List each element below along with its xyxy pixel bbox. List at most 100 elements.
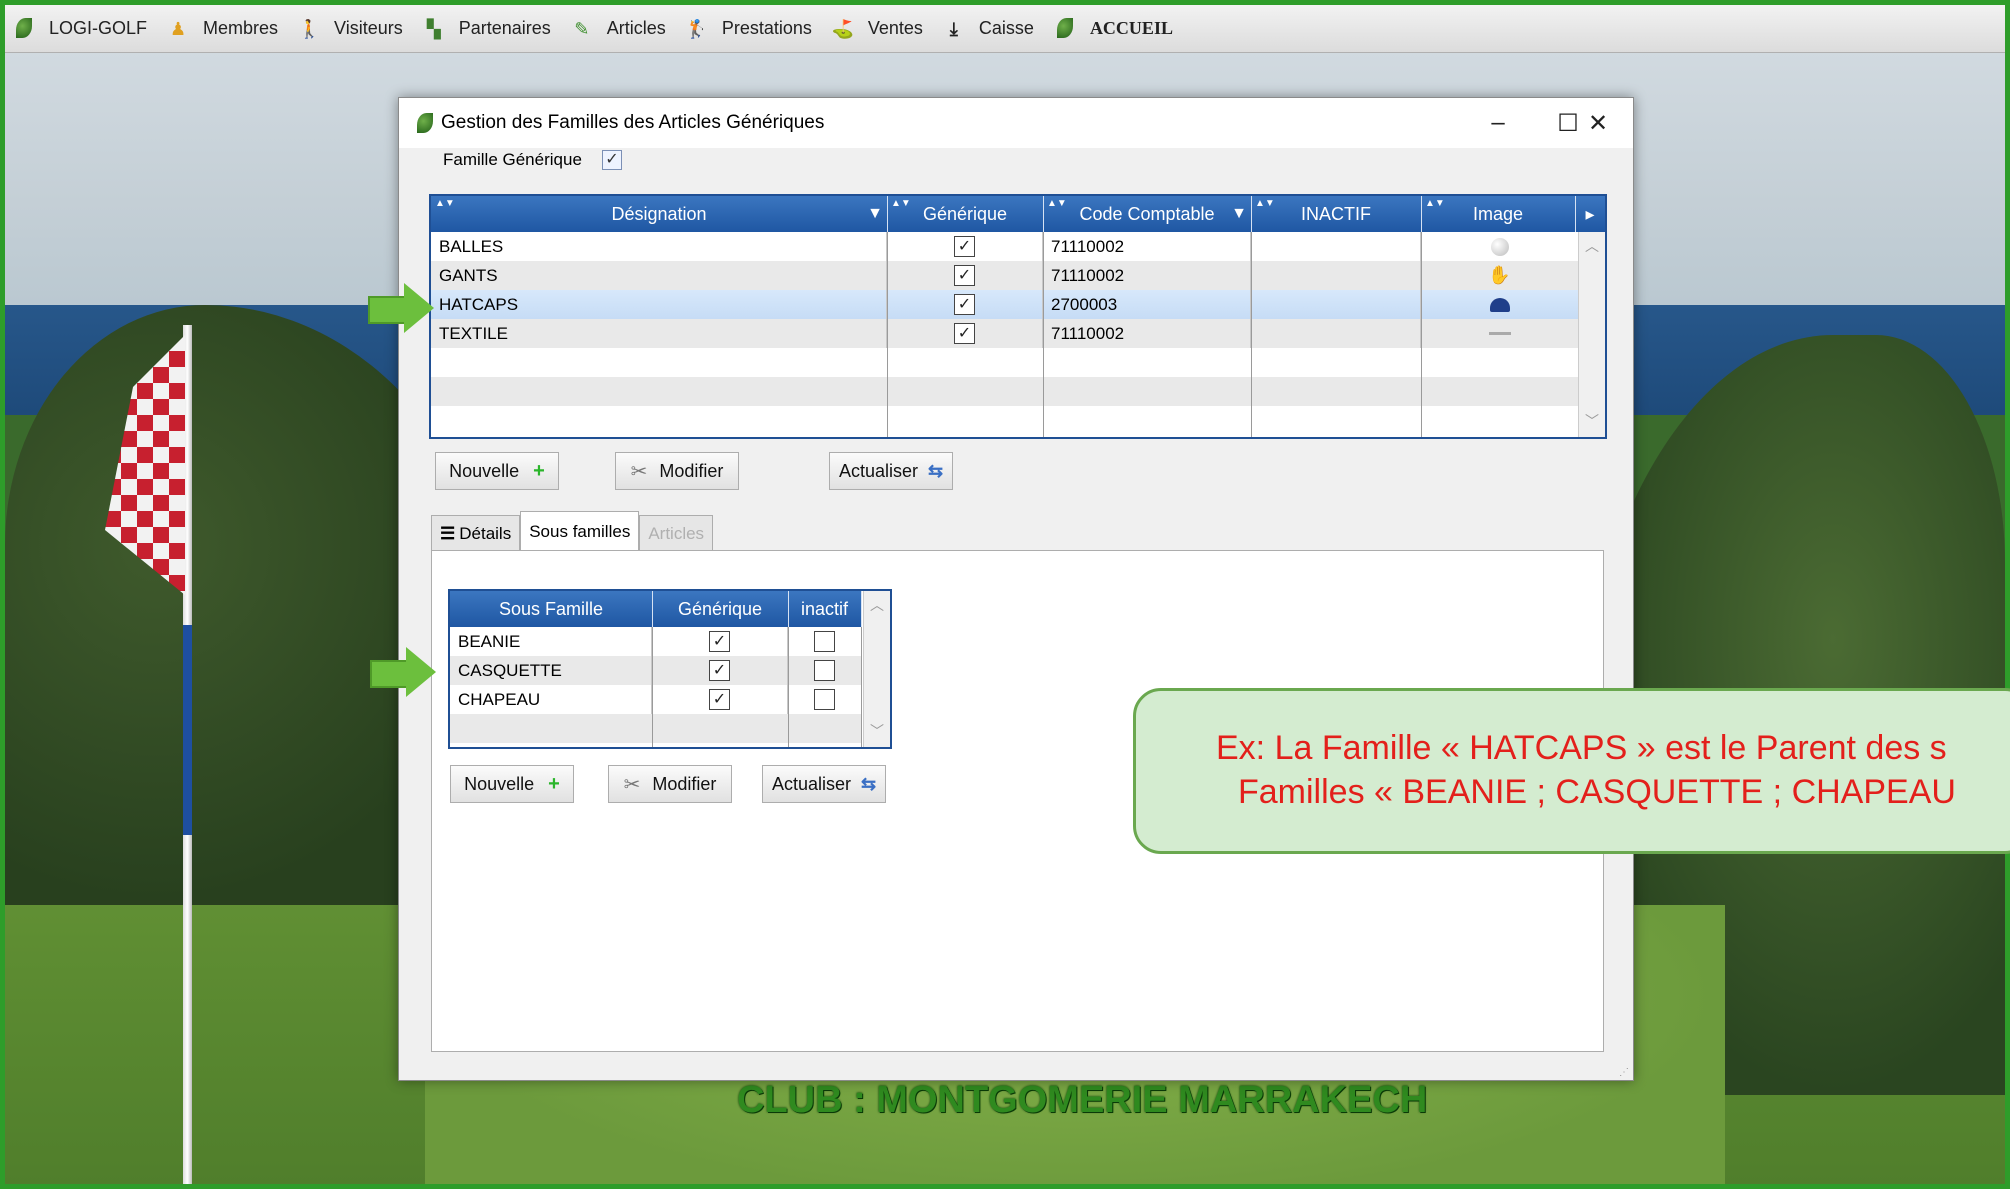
menu-prestations[interactable]: 🏌 Prestations xyxy=(678,5,824,52)
member-icon: ♟ xyxy=(169,18,187,39)
col-inactif[interactable]: inactif xyxy=(788,591,862,627)
actualiser-subfamily-button[interactable]: Actualiser ⇆ xyxy=(762,765,886,803)
tab-sous-familles[interactable]: Sous familles xyxy=(520,511,640,552)
col-generique[interactable]: ▲▼ Générique xyxy=(887,196,1044,232)
cell-inactif xyxy=(1251,290,1421,319)
generique-checkbox[interactable]: ✓ xyxy=(709,689,730,710)
generique-checkbox[interactable]: ✓ xyxy=(954,265,975,286)
generique-checkbox[interactable]: ✓ xyxy=(954,323,975,344)
button-label: Actualiser xyxy=(771,773,851,794)
subfamilies-vscrollbar[interactable]: ︿ ﹀ xyxy=(863,591,890,747)
families-grid: ▲▼ Désignation ▼ ▲▼ Générique ▲▼ Code Compta… xyxy=(429,194,1607,439)
partner-icon: ▚ xyxy=(426,18,441,39)
subfamilies-grid-header: Sous Famille Générique inactif xyxy=(450,591,862,627)
menu-caisse[interactable]: ⤓ Caisse xyxy=(935,5,1046,52)
nouvelle-subfamily-button[interactable]: Nouvelle + xyxy=(450,765,574,803)
menu-articles[interactable]: ✎ Articles xyxy=(563,5,678,52)
menu-label: Prestations xyxy=(721,18,812,38)
actualiser-family-button[interactable]: Actualiser ⇆ xyxy=(829,452,953,490)
tab-articles[interactable]: Articles xyxy=(639,515,714,552)
cell-inactif xyxy=(788,685,862,714)
generique-checkbox[interactable]: ✓ xyxy=(709,631,730,652)
table-row[interactable]: BALLES ✓ 71110002 xyxy=(431,232,1579,261)
plus-icon: + xyxy=(548,772,560,795)
pencil-icon: ✎ xyxy=(574,18,590,39)
families-dialog: Gestion des Familles des Articles Généri… xyxy=(398,97,1634,1081)
chevron-down-icon[interactable]: ﹀ xyxy=(864,721,890,743)
col-label: inactif xyxy=(800,598,849,619)
table-row[interactable]: CASQUETTE ✓ xyxy=(450,656,862,685)
cell-code: 2700003 xyxy=(1043,290,1251,319)
close-button[interactable]: ✕ xyxy=(1563,98,1633,148)
cell-designation: GANTS xyxy=(431,261,887,290)
col-image[interactable]: ▲▼ Image xyxy=(1421,196,1576,232)
generique-checkbox[interactable]: ✓ xyxy=(954,294,975,315)
tabs-bar: ☰ Détails Sous familles Articles xyxy=(431,511,714,552)
logo-leaf-icon xyxy=(13,17,35,40)
menu-partenaires[interactable]: ▚ Partenaires xyxy=(415,5,563,52)
table-row[interactable]: BEANIE ✓ xyxy=(450,627,862,656)
table-row-selected[interactable]: HATCAPS ✓ 2700003 xyxy=(431,290,1579,319)
col-inactif[interactable]: ▲▼ INACTIF xyxy=(1251,196,1422,232)
button-label: Modifier xyxy=(652,773,717,794)
chevron-up-icon[interactable]: ︿ xyxy=(864,595,890,617)
tab-details[interactable]: ☰ Détails xyxy=(431,515,521,552)
menu-label: LOGI-GOLF xyxy=(49,18,148,38)
golf-ball-icon xyxy=(1421,232,1579,261)
col-sous-famille[interactable]: Sous Famille xyxy=(450,591,653,627)
filter-icon[interactable]: ▼ xyxy=(867,205,883,223)
col-label: Désignation xyxy=(611,203,707,224)
cell-generique: ✓ xyxy=(652,627,788,656)
table-row[interactable]: TEXTILE ✓ 71110002 xyxy=(431,319,1579,348)
chevron-up-icon[interactable]: ︿ xyxy=(1579,236,1605,258)
col-generique[interactable]: Générique xyxy=(652,591,789,627)
menu-accueil[interactable]: ACCUEIL xyxy=(1046,5,1185,52)
col-label: Code Comptable xyxy=(1079,203,1215,224)
inactif-checkbox[interactable] xyxy=(814,631,835,652)
table-row[interactable]: CHAPEAU ✓ xyxy=(450,685,862,714)
inactif-checkbox[interactable] xyxy=(814,689,835,710)
dialog-titlebar: Gestion des Familles des Articles Généri… xyxy=(399,98,1633,148)
generique-checkbox[interactable]: ✓ xyxy=(709,660,730,681)
button-label: Modifier xyxy=(659,460,724,481)
cell-inactif xyxy=(1251,319,1421,348)
button-label: Actualiser xyxy=(838,460,918,481)
resize-grip-icon[interactable]: ⋰ xyxy=(1619,1067,1629,1078)
cell-inactif xyxy=(1251,261,1421,290)
dialog-title: Gestion des Familles des Articles Généri… xyxy=(441,112,825,133)
minimize-button[interactable]: – xyxy=(1463,98,1533,148)
menu-label: Partenaires xyxy=(458,18,551,38)
menu-ventes[interactable]: ⛳ Ventes xyxy=(824,5,935,52)
famille-generique-row: Famille Générique ✓ xyxy=(443,150,622,170)
annotation-arrow-hatcaps xyxy=(368,283,434,333)
families-grid-header: ▲▼ Désignation ▼ ▲▼ Générique ▲▼ Code Compta… xyxy=(431,196,1605,232)
nouvelle-family-button[interactable]: Nouvelle + xyxy=(435,452,559,490)
scroll-right-arrow-icon[interactable]: ▸ xyxy=(1577,196,1603,232)
menu-logi-golf[interactable]: LOGI-GOLF xyxy=(5,5,159,52)
modifier-subfamily-button[interactable]: ✂ Modifier xyxy=(608,765,732,803)
famille-generique-label: Famille Générique xyxy=(443,150,582,169)
cell-inactif xyxy=(788,656,862,685)
cell-designation: TEXTILE xyxy=(431,319,887,348)
menu-label: Caisse xyxy=(978,18,1034,38)
col-code-comptable[interactable]: ▲▼ Code Comptable ▼ xyxy=(1043,196,1252,232)
inactif-checkbox[interactable] xyxy=(814,660,835,681)
cell-generique: ✓ xyxy=(887,232,1043,261)
chevron-down-icon[interactable]: ﹀ xyxy=(1579,411,1605,433)
generique-checkbox[interactable]: ✓ xyxy=(954,236,975,257)
cell-generique: ✓ xyxy=(652,685,788,714)
modifier-family-button[interactable]: ✂ Modifier xyxy=(615,452,739,490)
families-vscrollbar[interactable]: ︿ ﹀ xyxy=(1578,232,1605,437)
filter-icon[interactable]: ▼ xyxy=(1231,205,1247,223)
table-row[interactable]: GANTS ✓ 71110002 ✋ xyxy=(431,261,1579,290)
col-label: INACTIF xyxy=(1301,203,1371,224)
famille-generique-checkbox[interactable]: ✓ xyxy=(601,150,622,170)
button-label: Nouvelle xyxy=(449,460,520,481)
menu-membres[interactable]: ♟ Membres xyxy=(159,5,290,52)
cell-sous-famille: BEANIE xyxy=(450,627,652,656)
textile-icon xyxy=(1421,319,1579,348)
menu-visiteurs[interactable]: 🚶 Visiteurs xyxy=(290,5,415,52)
col-label: Générique xyxy=(922,203,1008,224)
col-designation[interactable]: ▲▼ Désignation ▼ xyxy=(431,196,888,232)
tools-icon: ✂ xyxy=(623,773,641,796)
